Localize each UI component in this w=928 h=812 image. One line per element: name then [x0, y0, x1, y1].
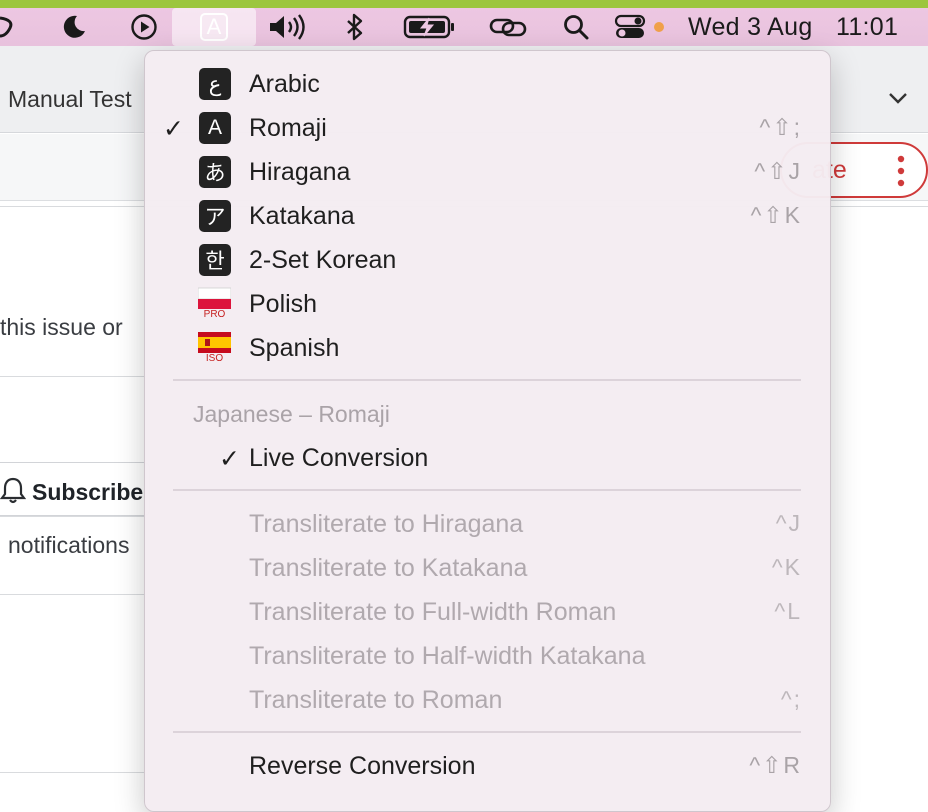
menu-item-arabic[interactable]: ع Arabic: [145, 62, 830, 106]
keyboard-shortcut: ^K: [771, 554, 802, 580]
bell-icon: [0, 476, 27, 509]
polish-flag-icon: PRO: [198, 286, 231, 322]
menu-item-live-conversion[interactable]: ✓ Live Conversion: [145, 436, 830, 480]
partial-app-icon[interactable]: [0, 8, 16, 46]
menu-separator: [173, 489, 801, 491]
keyboard-shortcut: ^;: [780, 686, 802, 712]
check-mark-icon: ✓: [219, 445, 240, 473]
menu-item-label: Hiragana: [249, 158, 351, 186]
menu-item-label: Reverse Conversion: [249, 752, 476, 780]
spanish-flag-icon: ISO: [198, 330, 231, 366]
menu-item-reverse-conversion[interactable]: Reverse Conversion ^⇧R: [145, 744, 830, 788]
check-mark-icon: ✓: [163, 115, 184, 143]
divider: [0, 594, 146, 595]
input-source-menu: ع Arabic ✓ A Romaji ^⇧; あ Hiragana ^⇧J ア…: [144, 50, 831, 812]
keyboard-shortcut: ^⇧K: [750, 202, 802, 228]
divider: [0, 376, 146, 377]
battery-charging-icon[interactable]: [400, 8, 458, 46]
flag-caption: ISO: [205, 353, 224, 364]
tab-title[interactable]: Manual Test: [8, 86, 132, 113]
menu-item-label: Spanish: [249, 334, 340, 362]
menu-item-hiragana[interactable]: あ Hiragana ^⇧J: [145, 150, 830, 194]
menu-item-label: Live Conversion: [249, 444, 429, 472]
menu-item-label: 2-Set Korean: [249, 246, 397, 274]
menu-item-2-set-korean[interactable]: 한 2-Set Korean: [145, 238, 830, 282]
bluetooth-icon[interactable]: [340, 8, 370, 46]
menu-item-transliterate-katakana: Transliterate to Katakana ^K: [145, 546, 830, 590]
menu-separator: [173, 379, 801, 381]
flag-caption: PRO: [203, 309, 226, 320]
korean-glyph-icon: 한: [199, 244, 231, 276]
menu-item-label: Transliterate to Hiragana: [249, 510, 524, 538]
menu-item-label: Polish: [249, 290, 318, 318]
input-source-icon: A: [200, 13, 228, 41]
keyboard-shortcut: ^L: [774, 598, 802, 624]
moon-icon[interactable]: [56, 8, 92, 46]
menubar-date[interactable]: Wed 3 Aug: [688, 8, 824, 46]
chevron-down-icon[interactable]: [886, 86, 910, 115]
menu-item-label: Arabic: [249, 70, 320, 98]
control-center-icon[interactable]: [612, 8, 648, 46]
divider: [0, 772, 146, 773]
menu-item-label: Katakana: [249, 202, 355, 230]
input-source-menu-button[interactable]: A: [172, 8, 256, 46]
menu-item-transliterate-half-width-katakana: Transliterate to Half-width Katakana: [145, 634, 830, 678]
menu-item-label: Transliterate to Full-width Roman: [249, 598, 617, 626]
keyboard-shortcut: ^⇧J: [754, 158, 802, 184]
microphone-in-use-dot-icon: [652, 8, 666, 46]
menu-item-romaji[interactable]: ✓ A Romaji ^⇧;: [145, 106, 830, 150]
menu-item-polish[interactable]: PRO Polish: [145, 282, 830, 326]
menu-item-label: Romaji: [249, 114, 327, 142]
menu-item-transliterate-full-width-roman: Transliterate to Full-width Roman ^L: [145, 590, 830, 634]
divider: [0, 516, 146, 517]
more-options-icon[interactable]: [896, 154, 906, 193]
play-circle-icon[interactable]: [126, 8, 162, 46]
section-header-japanese-romaji: Japanese – Romaji: [193, 401, 390, 427]
keyboard-shortcut: ^⇧R: [749, 752, 802, 778]
notifications-text: notifications: [8, 532, 130, 558]
menu-separator: [173, 731, 801, 733]
subscribe-label: Subscribe: [32, 479, 144, 505]
menu-item-spanish[interactable]: ISO Spanish: [145, 326, 830, 370]
menu-item-transliterate-roman: Transliterate to Roman ^;: [145, 678, 830, 722]
subscribe-area: Subscribe: [0, 476, 143, 509]
search-icon[interactable]: [560, 8, 592, 46]
link-icon[interactable]: [486, 8, 530, 46]
menu-item-katakana[interactable]: ア Katakana ^⇧K: [145, 194, 830, 238]
menubar-time[interactable]: 11:01: [836, 8, 920, 46]
keyboard-shortcut: ^⇧;: [759, 114, 802, 140]
menu-item-label: Transliterate to Roman: [249, 686, 503, 714]
arabic-glyph-icon: ع: [199, 68, 231, 100]
hiragana-glyph-icon: あ: [199, 156, 231, 188]
menu-item-transliterate-hiragana: Transliterate to Hiragana ^J: [145, 502, 830, 546]
keyboard-shortcut: ^J: [775, 510, 802, 536]
menu-item-label: Transliterate to Half-width Katakana: [249, 642, 646, 670]
issue-text-fragment: this issue or: [0, 314, 123, 340]
menu-bar: A Wed 3 Aug 11:01: [0, 0, 928, 46]
katakana-glyph-icon: ア: [199, 200, 231, 232]
menu-item-label: Transliterate to Katakana: [249, 554, 528, 582]
volume-icon[interactable]: [266, 8, 310, 46]
romaji-glyph-icon: A: [199, 112, 231, 144]
